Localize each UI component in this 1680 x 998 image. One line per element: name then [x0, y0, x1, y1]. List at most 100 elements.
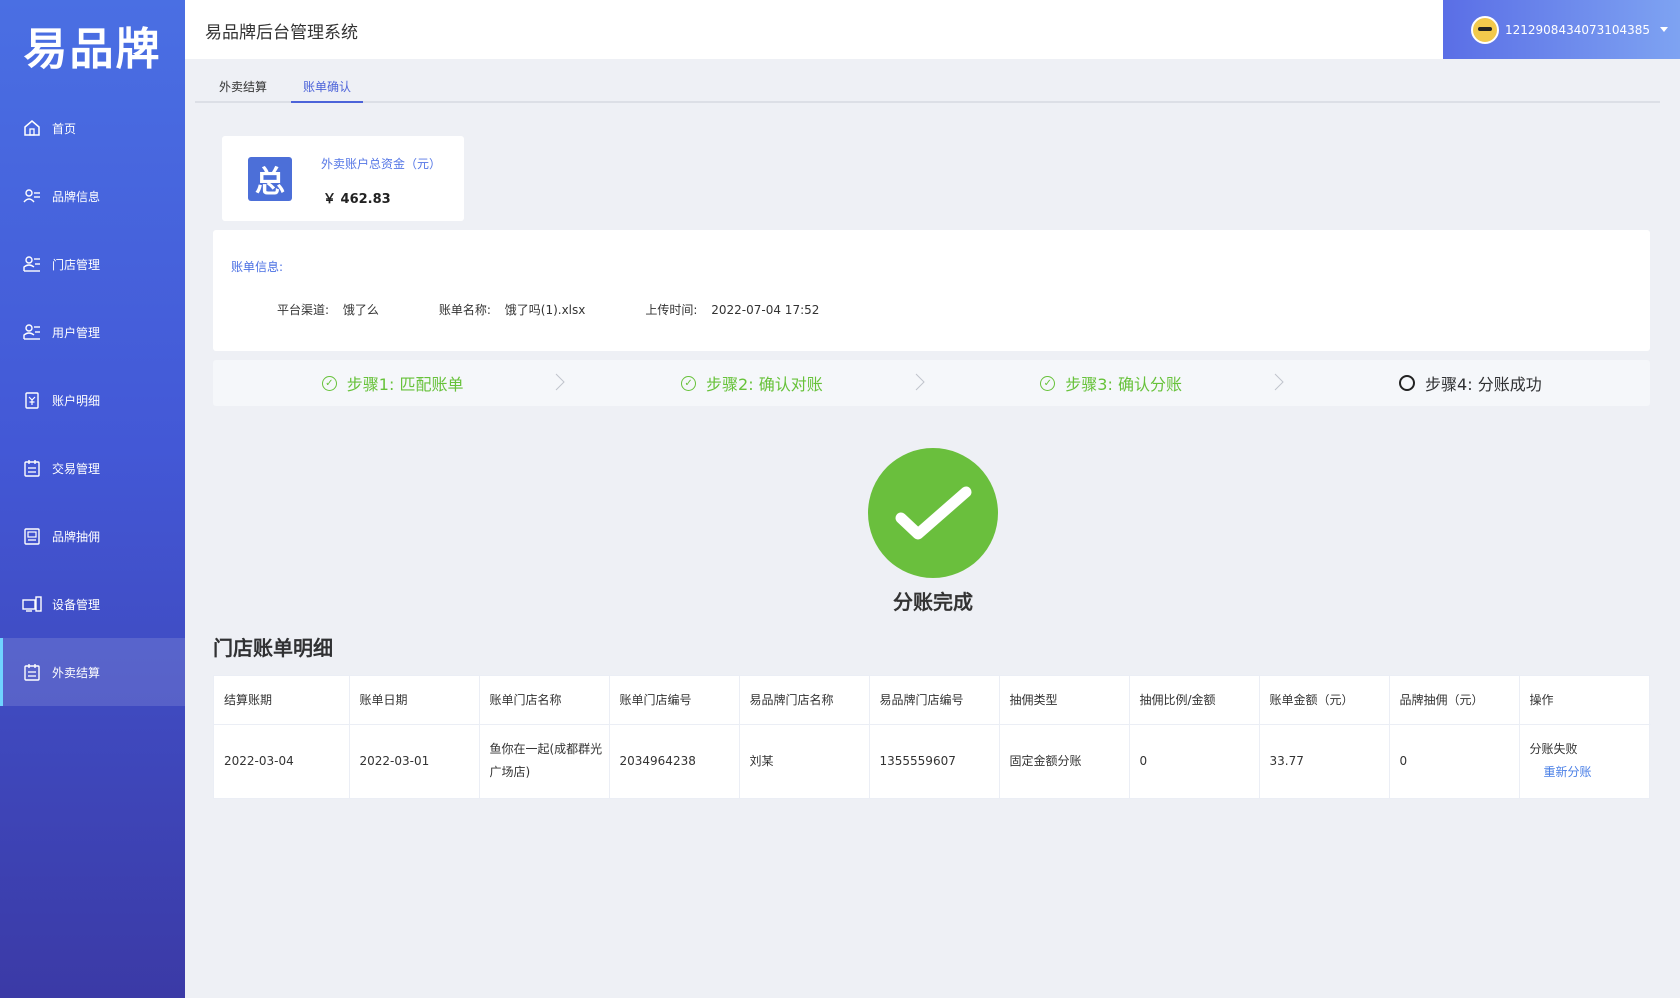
success-check-icon	[868, 448, 998, 578]
top-header: 易品牌后台管理系统 1212908434073104385	[185, 0, 1680, 59]
account-icon	[22, 390, 42, 410]
sidebar-item-label: 账户明细	[52, 393, 101, 408]
sidebar-item-brand-info[interactable]: 品牌信息	[0, 162, 185, 230]
table-header: 账单门店编号	[609, 676, 740, 725]
sidebar-item-device[interactable]: 设备管理	[0, 570, 185, 638]
sidebar-nav: 首页 品牌信息 门店管理 用户管理 账户明细 交易管理 品牌抽佣 设备管理 外卖…	[0, 94, 185, 706]
tab-bill-confirm[interactable]: 账单确认	[291, 72, 364, 103]
cell-ypp-store-name: 刘某	[739, 724, 870, 798]
table-header: 账单金额（元）	[1259, 676, 1390, 725]
sidebar-item-label: 交易管理	[52, 461, 101, 476]
table-header-row: 结算账期 账单日期 账单门店名称 账单门店编号 易品牌门店名称 易品牌门店编号 …	[214, 676, 1651, 725]
step-2: ✓ 步骤2: 确认对账	[572, 360, 931, 406]
chevron-right-icon	[915, 373, 925, 391]
store-bill-table: 结算账期 账单日期 账单门店名称 账单门店编号 易品牌门店名称 易品牌门店编号 …	[213, 675, 1651, 799]
cell-bill-store-no: 2034964238	[609, 724, 740, 798]
success-text: 分账完成	[893, 590, 973, 614]
section-title: 门店账单明细	[213, 636, 333, 660]
home-icon	[22, 118, 42, 138]
cell-settle-period: 2022-03-04	[214, 724, 350, 798]
bill-channel: 平台渠道: 饿了么	[277, 301, 379, 318]
bill-channel-label: 平台渠道:	[277, 303, 330, 317]
steps-bar: ✓ 步骤1: 匹配账单 ✓ 步骤2: 确认对账 ✓ 步骤3: 确认分账 步骤4:…	[213, 360, 1650, 406]
cell-bill-date: 2022-03-01	[349, 724, 480, 798]
step-4: 步骤4: 分账成功	[1291, 360, 1650, 406]
sidebar: 易品牌 首页 品牌信息 门店管理 用户管理 账户明细 交易管理 品牌抽佣 设备管…	[0, 0, 185, 998]
table-header: 易品牌门店编号	[869, 676, 1000, 725]
table-header: 抽佣类型	[999, 676, 1130, 725]
caret-down-icon	[1660, 27, 1669, 32]
step-label: 步骤4: 分账成功	[1425, 375, 1542, 394]
avatar	[1471, 15, 1499, 44]
cell-bill-store-name: 鱼你在一起(成都群光广场店)	[479, 724, 610, 798]
brand-info-icon	[22, 186, 42, 206]
check-circle-icon: ✓	[1040, 375, 1056, 391]
cell-bill-amount: 33.77	[1259, 724, 1390, 798]
delivery-settle-icon	[22, 662, 42, 682]
sidebar-item-label: 首页	[52, 121, 77, 136]
chevron-right-icon	[1274, 373, 1284, 391]
sidebar-item-home[interactable]: 首页	[0, 94, 185, 162]
step-label: 步骤2: 确认对账	[706, 375, 823, 394]
table-header: 操作	[1519, 676, 1651, 725]
sidebar-item-transaction[interactable]: 交易管理	[0, 434, 185, 502]
bill-info-panel: 账单信息: 平台渠道: 饿了么 账单名称: 饿了吗(1).xlsx 上传时间: …	[213, 230, 1650, 351]
total-funds-card: 总 外卖账户总资金（元） ￥ 462.83	[222, 136, 464, 221]
step-label: 步骤3: 确认分账	[1065, 375, 1182, 394]
cell-ypp-store-no: 1355559607	[869, 724, 1000, 798]
system-title: 易品牌后台管理系统	[205, 23, 358, 43]
total-funds-label: 外卖账户总资金（元）	[321, 157, 442, 171]
username: 1212908434073104385	[1505, 22, 1651, 37]
store-icon	[22, 254, 42, 274]
table-header: 结算账期	[214, 676, 350, 725]
resplit-link[interactable]: 重新分账	[1530, 761, 1652, 784]
table-header: 品牌抽佣（元）	[1389, 676, 1520, 725]
check-circle-icon: ✓	[321, 375, 337, 391]
sidebar-item-label: 品牌信息	[52, 189, 101, 204]
table-header: 账单门店名称	[479, 676, 610, 725]
step-3: ✓ 步骤3: 确认分账	[932, 360, 1291, 406]
bill-info-row: 平台渠道: 饿了么 账单名称: 饿了吗(1).xlsx 上传时间: 2022-0…	[277, 301, 879, 318]
logo: 易品牌	[23, 24, 162, 75]
sidebar-item-label: 外卖结算	[52, 665, 101, 680]
user-menu[interactable]: 1212908434073104385	[1443, 0, 1680, 59]
op-status: 分账失败	[1529, 742, 1578, 757]
total-icon: 总	[248, 157, 292, 201]
tab-bar: 外卖结算 账单确认	[195, 72, 1660, 103]
cell-commission-type: 固定金额分账	[999, 724, 1130, 798]
check-circle-icon: ✓	[681, 375, 697, 391]
chevron-right-icon	[555, 373, 565, 391]
sidebar-item-label: 品牌抽佣	[52, 529, 101, 544]
sidebar-item-label: 设备管理	[52, 597, 101, 612]
sidebar-item-account[interactable]: 账户明细	[0, 366, 185, 434]
sidebar-item-commission[interactable]: 品牌抽佣	[0, 502, 185, 570]
bill-name-label: 账单名称:	[438, 303, 491, 317]
table-row: 2022-03-04 2022-03-01 鱼你在一起(成都群光广场店) 203…	[214, 724, 1651, 798]
sidebar-item-label: 用户管理	[52, 325, 101, 340]
sidebar-item-user[interactable]: 用户管理	[0, 298, 185, 366]
circle-icon	[1399, 375, 1416, 391]
step-label: 步骤1: 匹配账单	[346, 375, 464, 394]
cell-brand-commission: 0	[1389, 724, 1520, 798]
tab-delivery-settle[interactable]: 外卖结算	[207, 72, 279, 101]
cell-commission-rate: 0	[1129, 724, 1260, 798]
total-funds-value: ￥ 462.83	[323, 192, 391, 207]
bill-name: 账单名称: 饿了吗(1).xlsx	[439, 301, 585, 318]
table-header: 易品牌门店名称	[739, 676, 870, 725]
bill-name-value: 饿了吗(1).xlsx	[504, 303, 586, 317]
bill-upload-time: 上传时间: 2022-07-04 17:52	[645, 301, 819, 318]
bill-upload-time-label: 上传时间:	[645, 303, 698, 317]
table-header: 账单日期	[349, 676, 480, 725]
transaction-icon	[22, 458, 42, 478]
bill-upload-time-value: 2022-07-04 17:52	[711, 303, 820, 317]
bill-info-title: 账单信息:	[231, 260, 284, 274]
user-icon	[22, 322, 42, 342]
step-1: ✓ 步骤1: 匹配账单	[213, 360, 572, 406]
sidebar-item-delivery-settle[interactable]: 外卖结算	[0, 638, 185, 706]
commission-icon	[22, 526, 42, 546]
table-header: 抽佣比例/金额	[1129, 676, 1260, 725]
cell-operation: 分账失败 重新分账	[1519, 724, 1651, 798]
bill-channel-value: 饿了么	[342, 303, 379, 317]
device-icon	[22, 594, 42, 614]
sidebar-item-store[interactable]: 门店管理	[0, 230, 185, 298]
